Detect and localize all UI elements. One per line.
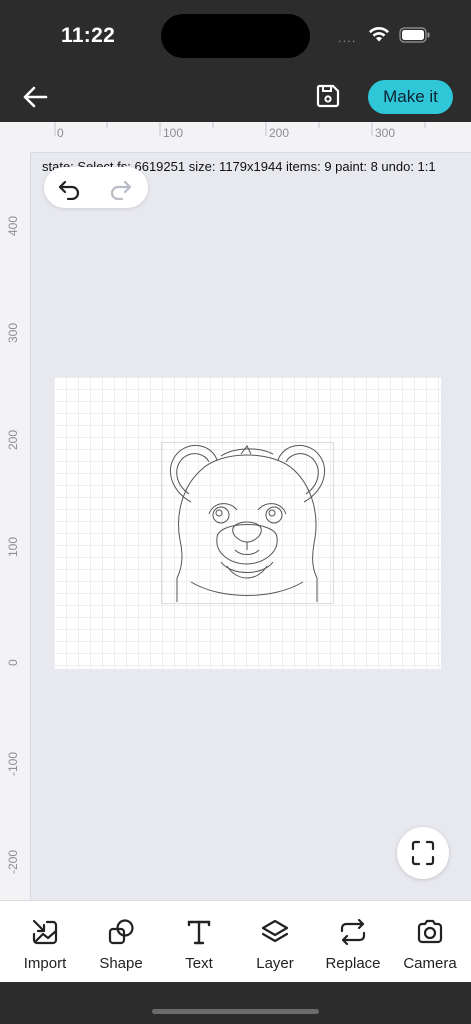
ruler-label-y: 200 bbox=[6, 429, 20, 450]
text-button[interactable]: Text bbox=[161, 917, 237, 973]
artboard[interactable] bbox=[54, 377, 441, 669]
home-indicator-area bbox=[0, 982, 471, 1024]
make-it-button[interactable]: Make it bbox=[368, 80, 453, 114]
ruler-label-x: 200 bbox=[269, 126, 290, 140]
import-label: Import bbox=[23, 955, 67, 972]
text-label: Text bbox=[185, 955, 213, 972]
battery-icon bbox=[399, 27, 430, 43]
camera-label: Camera bbox=[403, 955, 457, 972]
status-time: 11:22 bbox=[61, 24, 116, 47]
undo-icon[interactable] bbox=[56, 176, 82, 200]
horizontal-ruler: 0 100 200 300 bbox=[0, 122, 471, 153]
top-app-bar: Make it bbox=[0, 72, 471, 122]
bottom-toolbar: Import Shape Text Layer Replace Camera bbox=[0, 900, 471, 983]
redo-icon[interactable] bbox=[108, 176, 134, 200]
bear-face-design[interactable] bbox=[161, 442, 334, 604]
fullscreen-icon bbox=[411, 840, 435, 866]
ruler-label-x: 300 bbox=[375, 126, 396, 140]
ruler-label-y: 0 bbox=[6, 659, 20, 666]
fit-to-screen-button[interactable] bbox=[397, 827, 449, 879]
camera-icon bbox=[417, 919, 443, 944]
shape-icon bbox=[108, 919, 134, 945]
ruler-label-y: -100 bbox=[6, 751, 20, 776]
layer-button[interactable]: Layer bbox=[237, 917, 313, 973]
wifi-icon bbox=[369, 26, 389, 42]
ruler-label-y: 100 bbox=[6, 536, 20, 557]
text-icon bbox=[187, 920, 211, 945]
shape-label: Shape bbox=[99, 955, 143, 972]
save-icon[interactable] bbox=[314, 82, 342, 110]
undo-redo-group bbox=[44, 167, 148, 208]
ruler-label-y: 400 bbox=[6, 215, 20, 236]
ruler-label-y: -200 bbox=[6, 849, 20, 874]
ruler-label-x: 0 bbox=[57, 126, 64, 140]
vertical-ruler: 400 300 200 100 0 -100 -200 bbox=[0, 152, 31, 900]
back-arrow-icon[interactable] bbox=[20, 84, 50, 110]
layer-label: Layer bbox=[256, 955, 294, 972]
horizontal-ruler-ticks bbox=[54, 122, 426, 136]
replace-button[interactable]: Replace bbox=[315, 917, 391, 973]
design-canvas[interactable]: 0 100 200 300 400 300 200 100 0 -100 -20… bbox=[0, 122, 471, 900]
shape-button[interactable]: Shape bbox=[83, 917, 159, 973]
replace-icon bbox=[340, 918, 366, 946]
home-indicator[interactable] bbox=[152, 1009, 319, 1014]
import-button[interactable]: Import bbox=[7, 917, 83, 973]
ruler-label-x: 100 bbox=[163, 126, 184, 140]
signal-icon: .... bbox=[338, 30, 357, 45]
layer-icon bbox=[261, 919, 289, 943]
import-icon bbox=[32, 919, 58, 945]
dynamic-island bbox=[161, 14, 310, 58]
replace-label: Replace bbox=[325, 955, 381, 972]
ruler-label-y: 300 bbox=[6, 322, 20, 343]
camera-button[interactable]: Camera bbox=[392, 917, 468, 973]
status-bar: 11:22 .... bbox=[0, 0, 471, 72]
